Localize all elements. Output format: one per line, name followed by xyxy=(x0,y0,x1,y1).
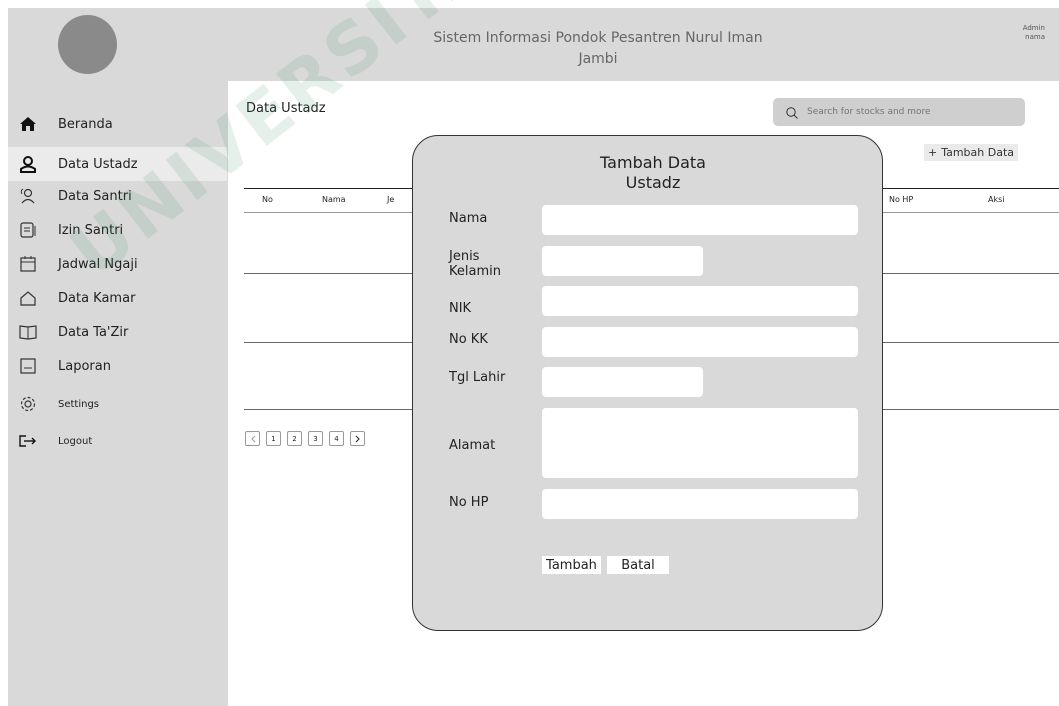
column-header: No xyxy=(262,195,273,204)
no-kk-label: No KK xyxy=(449,332,488,347)
add-ustadz-modal: Tambah Data Ustadz Nama Jenis Kelamin NI… xyxy=(412,135,883,631)
top-bar: Sistem Informasi Pondok Pesantren Nurul … xyxy=(8,8,1059,81)
sidebar-item-beranda[interactable]: Beranda xyxy=(8,107,227,141)
alamat-label: Alamat xyxy=(449,438,496,453)
sidebar-item-label: Jadwal Ngaji xyxy=(58,256,138,272)
jenis-kelamin-label: Jenis Kelamin xyxy=(449,249,501,279)
user-icon xyxy=(18,154,38,174)
sidebar-item-logout[interactable]: Logout xyxy=(8,424,227,458)
nik-field[interactable] xyxy=(542,286,858,316)
chevron-right-icon xyxy=(355,435,360,442)
chevron-left-icon xyxy=(250,435,255,442)
submit-button[interactable]: Tambah xyxy=(542,556,601,574)
column-header: Je xyxy=(387,195,395,204)
nik-label: NIK xyxy=(449,301,472,316)
page-button[interactable]: 1 xyxy=(266,431,281,446)
sidebar-item-data-tazir[interactable]: Data Ta'Zir xyxy=(8,315,227,349)
modal-title-line1: Tambah Data xyxy=(600,153,706,172)
sidebar-item-label: Data Kamar xyxy=(58,290,136,306)
sidebar-item-izin-santri[interactable]: Izin Santri xyxy=(8,213,227,247)
column-header: Aksi xyxy=(988,195,1005,204)
prev-page-button[interactable] xyxy=(245,431,260,446)
no-hp-label: No HP xyxy=(449,495,489,510)
calendar-icon xyxy=(18,254,38,274)
sidebar-item-label: Settings xyxy=(58,398,100,410)
nama-field[interactable] xyxy=(542,205,858,235)
home-icon xyxy=(18,114,38,134)
book-icon xyxy=(18,322,38,342)
add-data-button[interactable]: + Tambah Data xyxy=(924,144,1018,161)
document-icon xyxy=(18,220,38,240)
tgl-lahir-field[interactable] xyxy=(542,367,703,397)
sidebar-item-laporan[interactable]: Laporan xyxy=(8,349,227,383)
sidebar-item-data-ustadz[interactable]: Data Ustadz xyxy=(8,147,227,181)
alamat-field[interactable] xyxy=(542,408,858,478)
admin-role: Admin xyxy=(1022,24,1045,32)
gear-icon xyxy=(18,394,38,414)
sidebar-item-label: Beranda xyxy=(58,116,113,132)
nama-label: Nama xyxy=(449,211,488,226)
modal-title: Tambah Data Ustadz xyxy=(563,153,743,193)
sidebar-item-data-santri[interactable]: Data Santri xyxy=(8,179,227,213)
cancel-button[interactable]: Batal xyxy=(607,556,669,574)
plus-icon: + xyxy=(927,146,938,159)
report-icon xyxy=(18,356,38,376)
sidebar-item-label: Data Santri xyxy=(58,188,132,204)
house-outline-icon xyxy=(18,288,38,308)
page-button[interactable]: 3 xyxy=(308,431,323,446)
sidebar-item-label: Logout xyxy=(58,435,93,447)
sidebar-item-label: Data Ta'Zir xyxy=(58,324,129,340)
add-data-label: Tambah Data xyxy=(941,146,1015,159)
sidebar-item-label: Laporan xyxy=(58,358,111,374)
sidebar-item-label: Data Ustadz xyxy=(58,156,138,172)
page-button[interactable]: 4 xyxy=(329,431,344,446)
search-icon xyxy=(785,105,799,119)
sidebar: Beranda Data Ustadz Data Santri Izin San… xyxy=(8,81,227,706)
logo-avatar xyxy=(58,15,117,74)
sidebar-item-label: Izin Santri xyxy=(58,222,124,238)
modal-title-line2: Ustadz xyxy=(625,173,681,192)
page-title: Data Ustadz xyxy=(246,101,326,116)
sidebar-item-data-kamar[interactable]: Data Kamar xyxy=(8,281,227,315)
column-header: Nama xyxy=(322,195,346,204)
page-button[interactable]: 2 xyxy=(287,431,302,446)
admin-profile[interactable]: Admin nama xyxy=(1023,24,1045,42)
no-kk-field[interactable] xyxy=(542,327,858,357)
users-icon xyxy=(18,186,38,206)
tgl-lahir-label: Tgl Lahir xyxy=(449,370,506,385)
pagination: 1 2 3 4 xyxy=(245,431,365,446)
jenis-kelamin-label-line1: Jenis xyxy=(449,249,480,264)
search-input[interactable] xyxy=(805,106,1019,118)
no-hp-field[interactable] xyxy=(542,489,858,519)
logout-icon xyxy=(18,431,38,451)
jenis-kelamin-field[interactable] xyxy=(542,246,703,276)
admin-name: nama xyxy=(1025,33,1045,41)
app-title: Sistem Informasi Pondok Pesantren Nurul … xyxy=(433,30,763,67)
sidebar-item-settings[interactable]: Settings xyxy=(8,387,227,421)
jenis-kelamin-label-line2: Kelamin xyxy=(449,264,501,279)
search-bar[interactable] xyxy=(773,98,1025,126)
column-header: No HP xyxy=(889,195,914,204)
next-page-button[interactable] xyxy=(350,431,365,446)
sidebar-item-jadwal-ngaji[interactable]: Jadwal Ngaji xyxy=(8,247,227,281)
